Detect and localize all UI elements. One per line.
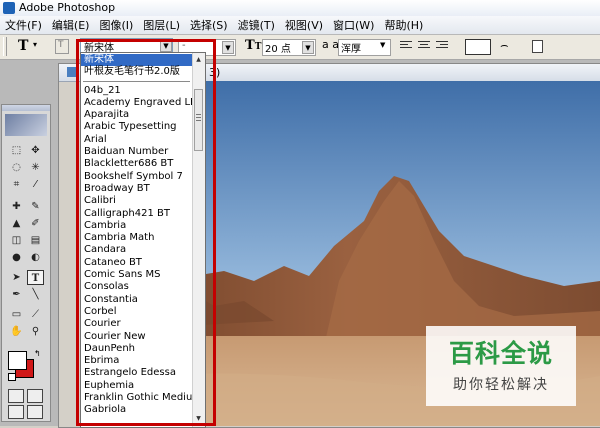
toolbox-header[interactable]	[2, 105, 50, 111]
quick-mask-mode-icon[interactable]	[27, 389, 43, 403]
anti-alias-dropdown-icon: ▼	[380, 41, 386, 49]
font-style-dropdown-button[interactable]: ▼	[222, 41, 234, 54]
slice-tool-icon[interactable]: ⁄	[27, 177, 44, 192]
anti-alias-icon: a a	[322, 38, 339, 51]
font-size-dropdown-button[interactable]: ▼	[302, 41, 314, 54]
menu-filter[interactable]: 滤镜(T)	[233, 17, 280, 33]
palettes-icon[interactable]	[532, 40, 543, 53]
standard-mode-icon[interactable]	[8, 389, 24, 403]
default-colors-icon[interactable]	[8, 373, 16, 381]
tool-preset-arrow-icon[interactable]: ▾	[33, 40, 37, 49]
foreground-color-swatch[interactable]	[8, 351, 27, 370]
screen-mode-full-icon[interactable]	[27, 405, 43, 419]
move-tool-icon[interactable]: ✥	[27, 143, 44, 158]
eraser-tool-icon[interactable]: ◫	[8, 233, 25, 248]
anti-alias-select[interactable]: 浑厚 ▼	[338, 39, 391, 56]
lasso-tool-icon[interactable]: ◌	[8, 160, 25, 175]
blur-tool-icon[interactable]: ●	[8, 250, 25, 265]
eyedropper-tool-icon[interactable]: ⟋	[27, 307, 44, 322]
magic-wand-tool-icon[interactable]: ✳	[27, 160, 44, 175]
font-size-value: 20 点	[265, 44, 291, 55]
notes-tool-icon[interactable]: ▭	[8, 307, 25, 322]
line-tool-icon[interactable]: ╲	[27, 287, 44, 302]
warp-text-icon[interactable]: ⌢	[500, 38, 509, 53]
toolbox: ⬚ ✥ ◌ ✳ ⌗ ⁄ ✚ ✎ ▲ ✐ ◫ ▤ ● ◐ ➤ T ✒ ╲ ▭ ⟋ …	[1, 104, 51, 422]
anti-alias-value: 浑厚	[341, 44, 361, 55]
photoshop-icon	[3, 2, 15, 14]
menu-image[interactable]: 图像(I)	[94, 17, 138, 33]
text-orientation-icon[interactable]: T	[55, 39, 69, 54]
watermark-title: 百科全说	[448, 339, 553, 368]
type-tool-icon[interactable]: T	[27, 270, 44, 285]
menu-help[interactable]: 帮助(H)	[379, 17, 428, 33]
watermark-subtitle: 助你轻松解决	[453, 377, 549, 393]
align-center-icon[interactable]	[418, 41, 430, 52]
gradient-tool-icon[interactable]: ▤	[27, 233, 44, 248]
menu-window[interactable]: 窗口(W)	[328, 17, 379, 33]
zoom-tool-icon[interactable]: ⚲	[27, 324, 44, 339]
window-title: Adobe Photoshop	[19, 1, 116, 14]
menu-view[interactable]: 视图(V)	[280, 17, 328, 33]
menu-layer[interactable]: 图层(L)	[138, 17, 185, 33]
type-tool-icon[interactable]: T	[18, 38, 28, 54]
annotation-highlight-box	[76, 39, 216, 426]
history-brush-tool-icon[interactable]: ✐	[27, 216, 44, 231]
clone-stamp-tool-icon[interactable]: ▲	[8, 216, 25, 231]
text-color-swatch[interactable]	[465, 39, 491, 55]
menu-edit[interactable]: 编辑(E)	[47, 17, 95, 33]
healing-brush-tool-icon[interactable]: ✚	[8, 199, 25, 214]
font-size-select[interactable]: 20 点 ▼	[262, 39, 316, 56]
menu-file[interactable]: 文件(F)	[0, 17, 47, 33]
photoshop-feather-icon[interactable]	[5, 114, 47, 136]
brush-tool-icon[interactable]: ✎	[27, 199, 44, 214]
screen-mode-standard-icon[interactable]	[8, 405, 24, 419]
watermark: 百科全说 助你轻松解决	[426, 326, 576, 406]
swap-colors-icon[interactable]: ↰	[34, 349, 41, 358]
dodge-tool-icon[interactable]: ◐	[27, 250, 44, 265]
options-grip[interactable]	[3, 37, 7, 56]
align-right-icon[interactable]	[436, 41, 448, 52]
title-bar: Adobe Photoshop	[0, 0, 600, 17]
align-left-icon[interactable]	[400, 41, 412, 52]
menu-bar: 文件(F) 编辑(E) 图像(I) 图层(L) 选择(S) 滤镜(T) 视图(V…	[0, 16, 600, 35]
hand-tool-icon[interactable]: ✋	[8, 324, 25, 339]
pen-tool-icon[interactable]: ✒	[8, 287, 25, 302]
font-size-icon: TT	[245, 38, 262, 53]
crop-tool-icon[interactable]: ⌗	[8, 177, 25, 192]
marquee-tool-icon[interactable]: ⬚	[8, 143, 25, 158]
menu-select[interactable]: 选择(S)	[185, 17, 233, 33]
path-selection-tool-icon[interactable]: ➤	[8, 270, 25, 285]
